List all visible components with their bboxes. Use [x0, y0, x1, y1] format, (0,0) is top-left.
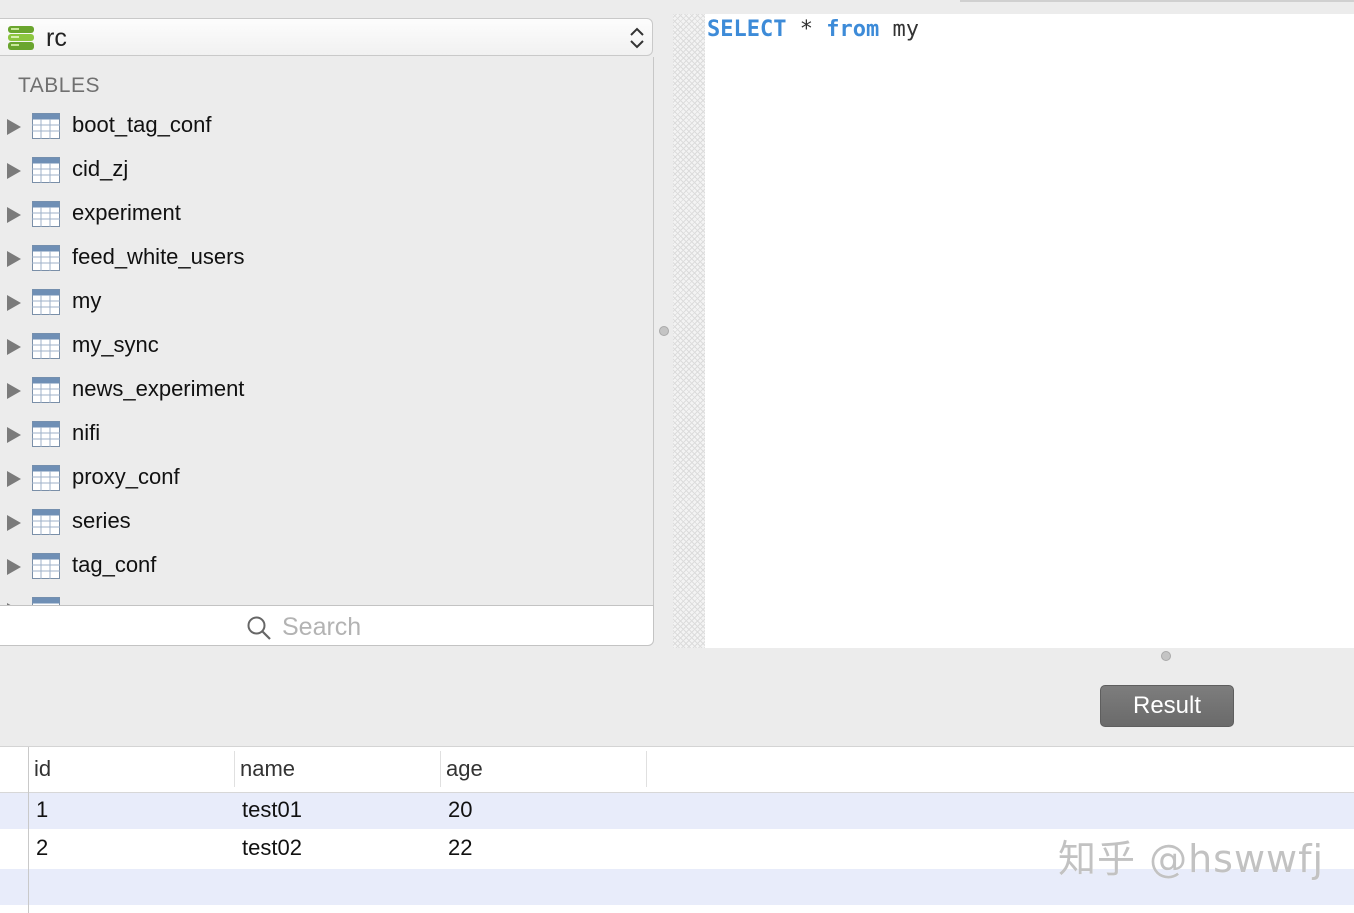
cell-id: 1 [36, 797, 49, 822]
search-input[interactable] [280, 610, 584, 644]
sql-editor[interactable]: SELECT * from my [673, 14, 1354, 648]
table-icon [32, 157, 60, 183]
keyword-from: from [826, 17, 880, 42]
table-list-item[interactable]: my_sync [0, 326, 653, 370]
tables-section-title: TABLES [18, 74, 100, 97]
table-list-item[interactable]: series [0, 502, 653, 546]
results-header: id name age [0, 747, 1354, 793]
sidebar: rc TABLES boot_tag_conf cid_zj experiment f… [0, 0, 655, 648]
table-name: news_experiment [72, 376, 245, 401]
column-divider[interactable] [440, 751, 441, 787]
table-icon [32, 333, 60, 359]
cell-name: test01 [242, 797, 302, 822]
table-icon [32, 245, 60, 271]
table-name: feed_white_users [72, 244, 245, 269]
star-token: * [799, 17, 813, 42]
disclosure-triangle-icon[interactable] [7, 559, 21, 575]
table-list-item[interactable]: feed_white_users [0, 238, 653, 282]
table-list-item[interactable]: tag_conf [0, 546, 653, 590]
disclosure-triangle-icon[interactable] [7, 471, 21, 487]
table-name: nifi [72, 420, 101, 445]
table-name: experiment [72, 200, 181, 225]
database-name: rc [46, 24, 67, 52]
table-icon [32, 289, 60, 315]
database-selector[interactable]: rc [0, 18, 653, 56]
vertical-splitter[interactable] [655, 14, 673, 648]
table-name: series [72, 508, 131, 533]
disclosure-triangle-icon[interactable] [7, 251, 21, 267]
cell-id: 2 [36, 835, 49, 860]
column-header-age[interactable]: age [446, 756, 483, 792]
cell-age: 22 [448, 835, 473, 860]
disclosure-triangle-icon[interactable] [7, 295, 21, 311]
table-icon [32, 421, 60, 447]
disclosure-triangle-icon[interactable] [7, 427, 21, 443]
keyword-select: SELECT [707, 17, 787, 42]
sql-query[interactable]: SELECT * from my [707, 16, 919, 44]
disclosure-triangle-icon[interactable] [7, 339, 21, 355]
result-button[interactable]: Result [1100, 685, 1234, 727]
chevron-up-down-icon[interactable] [628, 25, 646, 51]
table-list-item[interactable]: news_experiment [0, 370, 653, 414]
table-list-item[interactable]: cid_zj [0, 150, 653, 194]
search-box[interactable] [0, 605, 654, 646]
disclosure-triangle-icon[interactable] [7, 163, 21, 179]
column-header-name[interactable]: name [240, 756, 295, 792]
column-divider[interactable] [646, 751, 647, 787]
table-icon [32, 201, 60, 227]
row-number-gutter [28, 747, 29, 913]
disclosure-triangle-icon[interactable] [7, 207, 21, 223]
cell-age: 20 [448, 797, 473, 822]
table-row[interactable]: 1 test01 20 [0, 793, 1354, 829]
watermark: 知乎 @hswwfj [1058, 837, 1325, 881]
table-list-item[interactable]: boot_tag_conf [0, 106, 653, 150]
table-name: my_sync [72, 332, 159, 357]
table-icon [32, 377, 60, 403]
tables-panel[interactable]: TABLES boot_tag_conf cid_zj experiment feed… [0, 57, 654, 605]
table-token: my [892, 17, 919, 42]
database-icon [8, 26, 34, 50]
top-divider [960, 0, 1354, 2]
result-splitter-grip[interactable] [1161, 651, 1171, 661]
table-list-item[interactable]: proxy_conf [0, 458, 653, 502]
column-header-id[interactable]: id [34, 756, 51, 792]
disclosure-triangle-icon[interactable] [7, 383, 21, 399]
table-icon [32, 113, 60, 139]
table-list-item[interactable]: experiment [0, 194, 653, 238]
table-icon [32, 465, 60, 491]
table-name: tag_conf [72, 552, 157, 577]
column-divider[interactable] [234, 751, 235, 787]
table-list-item-partial[interactable] [0, 590, 653, 605]
table-icon [32, 597, 60, 605]
search-icon [247, 616, 271, 640]
table-list-item[interactable]: my [0, 282, 653, 326]
splitter-grip[interactable] [659, 326, 669, 336]
table-list-item[interactable]: nifi [0, 414, 653, 458]
table-name: proxy_conf [72, 464, 180, 489]
table-list: boot_tag_conf cid_zj experiment feed_white_… [0, 106, 653, 605]
disclosure-triangle-icon[interactable] [7, 119, 21, 135]
table-icon [32, 553, 60, 579]
editor-gutter [673, 14, 705, 648]
disclosure-triangle-icon[interactable] [7, 515, 21, 531]
table-name: cid_zj [72, 156, 129, 181]
table-name: my [72, 288, 102, 313]
table-icon [32, 509, 60, 535]
table-name: boot_tag_conf [72, 112, 212, 137]
cell-name: test02 [242, 835, 302, 860]
